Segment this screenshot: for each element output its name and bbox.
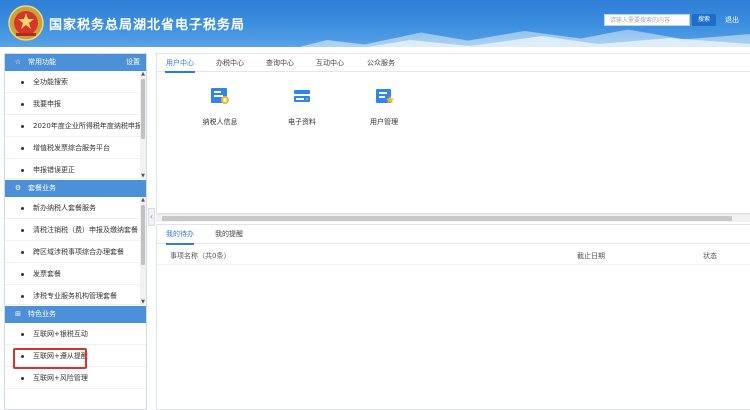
- bullet-icon: [21, 295, 24, 298]
- sidebar-item-label: 申报错误更正: [33, 166, 75, 174]
- bullet-icon: [21, 147, 24, 150]
- electronic-data-icon: [294, 90, 310, 102]
- exit-link[interactable]: 退出: [725, 14, 739, 26]
- collapse-sidebar-icon[interactable]: ‹: [148, 208, 155, 226]
- user-management-icon: [376, 89, 394, 104]
- sidebar-item-label: 涉税专业服务机构管理套餐: [33, 292, 117, 300]
- sidebar-item[interactable]: 申报错误更正: [5, 159, 140, 179]
- sidebar-item-label: 跨区域涉税事项综合办理套餐: [33, 248, 124, 256]
- bullet-icon: [21, 229, 24, 232]
- section-header-package[interactable]: ⚙ 套餐业务: [5, 180, 146, 197]
- sidebar-item-label: 互联网+银税互动: [33, 330, 88, 338]
- bullet-icon: [21, 273, 24, 276]
- scroll-up-icon[interactable]: ▲: [140, 71, 146, 77]
- sidebar-item-label: 互联网+风险管理: [33, 374, 88, 382]
- bullet-icon: [21, 251, 24, 254]
- sidebar-item-label: 2020年度企业所得税年度纳税申报: [33, 122, 140, 130]
- gear-icon: ⚙: [14, 184, 22, 192]
- app-label: 纳税人信息: [202, 118, 238, 126]
- grid-icon: ⊞: [15, 310, 21, 318]
- bullet-icon: [21, 333, 24, 336]
- bullet-icon: [21, 81, 24, 84]
- sidebar-item[interactable]: 涉税专业服务机构管理套餐: [5, 285, 140, 305]
- app-label: 电子资料: [288, 118, 316, 126]
- tab-tax-center[interactable]: 办税中心: [215, 54, 245, 72]
- tab-public-service[interactable]: 公众服务: [363, 54, 399, 72]
- tab-user-center[interactable]: 用户中心: [165, 54, 195, 73]
- bullet-icon: [21, 207, 24, 210]
- tab-my-reminders[interactable]: 我的提醒: [214, 225, 244, 244]
- user-center-panel: 用户中心 办税中心 查询中心 互动中心 公众服务 纳税人信息 电子资料 用户管理: [156, 53, 750, 214]
- bullet-icon: [21, 103, 24, 106]
- scroll-down-icon[interactable]: ▼: [140, 299, 146, 305]
- todo-panel: 我的待办 我的提醒 事项名称（共0条） 截止日期 状态: [156, 224, 750, 410]
- star-icon: ☆: [14, 58, 22, 66]
- bullet-icon: [21, 169, 24, 172]
- section-title: 常用功能: [28, 58, 56, 66]
- sidebar-item-label: 我要申报: [33, 100, 61, 108]
- site-title: 国家税务总局湖北省电子税务局: [49, 18, 246, 33]
- scrollbar-thumb[interactable]: [141, 205, 145, 265]
- search-input[interactable]: 请输入需要搜索的内容: [604, 14, 690, 26]
- sidebar-item-label: 新办纳税人套餐服务: [33, 204, 96, 212]
- bullet-icon: [21, 377, 24, 380]
- site-header: 国家税务总局湖北省电子税务局 请输入需要搜索的内容 搜索 退出: [0, 0, 750, 47]
- scroll-down-icon[interactable]: ▼: [140, 173, 146, 179]
- column-header-deadline: 截止日期: [577, 252, 605, 260]
- app-electronic-data[interactable]: 电子资料: [272, 87, 332, 127]
- top-tab-bar: 用户中心 办税中心 查询中心 互动中心 公众服务: [157, 54, 750, 73]
- app-user-management[interactable]: 用户管理: [354, 87, 414, 127]
- highlight-box: [13, 348, 87, 369]
- app-label: 用户管理: [370, 118, 398, 126]
- tab-query-center[interactable]: 查询中心: [265, 54, 295, 72]
- scrollbar-thumb[interactable]: [162, 216, 732, 221]
- scrollbar-thumb[interactable]: [141, 79, 145, 139]
- tax-emblem-icon: [8, 5, 44, 41]
- sidebar-item[interactable]: 2020年度企业所得税年度纳税申报: [5, 115, 140, 137]
- sidebar-item[interactable]: 增值税发票综合服务平台: [5, 137, 140, 159]
- settings-link[interactable]: 设置: [126, 54, 140, 71]
- section-header-featured[interactable]: ⊞ 特色业务: [5, 306, 146, 323]
- app-taxpayer-info[interactable]: 纳税人信息: [190, 87, 250, 127]
- sidebar-item-label: 发票套餐: [33, 270, 61, 278]
- sidebar-item[interactable]: 新办纳税人套餐服务: [5, 197, 140, 219]
- sidebar-item[interactable]: 互联网+风险管理: [5, 367, 146, 389]
- horizontal-scrollbar[interactable]: [156, 214, 750, 222]
- sidebar-item-label: 全功能搜索: [33, 78, 68, 86]
- sidebar-item[interactable]: 全功能搜索: [5, 71, 140, 93]
- todo-table-header: 事项名称（共0条） 截止日期 状态: [157, 247, 750, 265]
- scrollbar-common[interactable]: ▲ ▼: [140, 71, 146, 179]
- sidebar-item[interactable]: 互联网+银税互动: [5, 323, 146, 345]
- tab-interaction-center[interactable]: 互动中心: [315, 54, 345, 72]
- sidebar-item[interactable]: 发票套餐: [5, 263, 140, 285]
- column-header-item-name: 事项名称（共0条）: [170, 252, 231, 260]
- section-title: 套餐业务: [28, 184, 56, 192]
- sidebar-item-label: 增值税发票综合服务平台: [33, 144, 110, 152]
- scrollbar-package[interactable]: ▲ ▼: [140, 197, 146, 305]
- section-header-common[interactable]: ☆ 常用功能 设置: [5, 54, 146, 71]
- tab-my-todo[interactable]: 我的待办: [166, 225, 194, 245]
- scroll-up-icon[interactable]: ▲: [140, 197, 146, 203]
- column-header-status: 状态: [703, 252, 717, 260]
- section-title: 特色业务: [28, 310, 56, 318]
- sidebar-item[interactable]: 我要申报: [5, 93, 140, 115]
- bottom-tab-bar: 我的待办 我的提醒: [157, 225, 750, 245]
- bullet-icon: [21, 125, 24, 128]
- search-button[interactable]: 搜索: [692, 14, 716, 26]
- sidebar-item-label: 清税注销税（费）申报及缴纳套餐: [33, 226, 138, 234]
- taxpayer-info-icon: [211, 88, 229, 104]
- sidebar-item[interactable]: 跨区域涉税事项综合办理套餐: [5, 241, 140, 263]
- sidebar-item[interactable]: 清税注销税（费）申报及缴纳套餐: [5, 219, 140, 241]
